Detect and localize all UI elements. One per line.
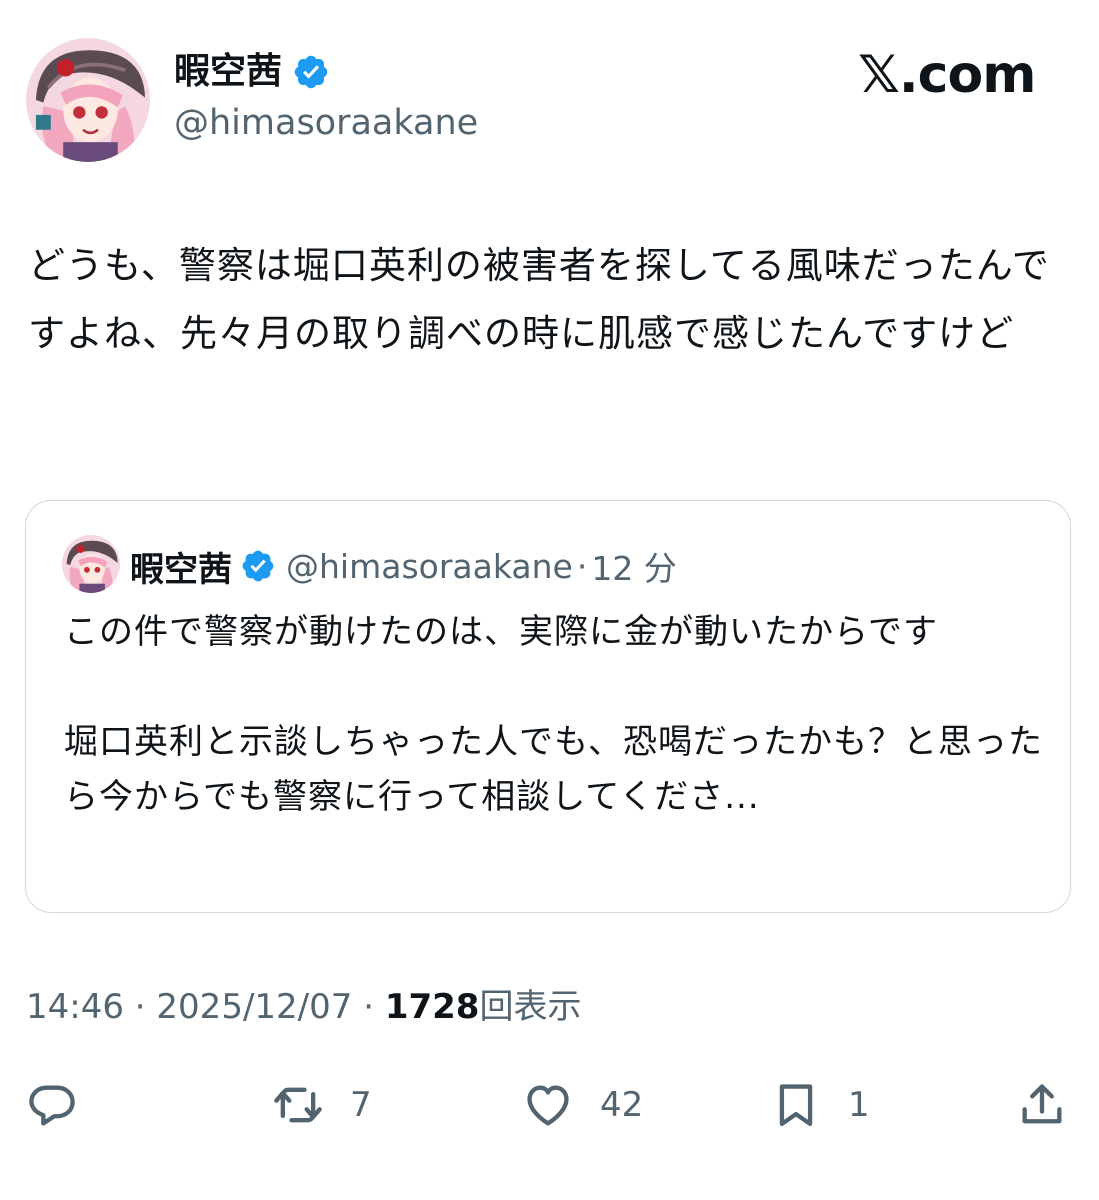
action-bar: 7 42 1 (0, 1070, 1099, 1140)
like-count: 42 (600, 1085, 644, 1125)
reply-button[interactable] (26, 1070, 78, 1140)
reply-icon (29, 1085, 75, 1126)
author-name-row[interactable]: 暇空茜 (174, 48, 330, 96)
avatar-image (26, 38, 150, 162)
separator-dot: · (363, 987, 375, 1027)
tweet-date[interactable]: 2025/12/07 (156, 987, 352, 1027)
views-label: 回表示 (479, 987, 582, 1027)
views-count: 1728 (384, 987, 480, 1027)
quote-header: 暇空茜 @himasoraakane · 12 分 (130, 541, 677, 591)
verified-badge-icon[interactable] (292, 53, 330, 91)
author-display-name[interactable]: 暇空茜 (174, 48, 282, 96)
bookmark-button[interactable]: 1 (770, 1070, 870, 1140)
share-button[interactable] (1016, 1070, 1068, 1140)
bookmark-icon (779, 1084, 813, 1127)
bookmark-count: 1 (848, 1085, 870, 1125)
verified-badge-icon (240, 548, 276, 584)
quote-author-handle[interactable]: @himasoraakane (286, 547, 573, 586)
separator-dot: · (576, 546, 588, 586)
quote-text: この件で警察が動けたのは、実際に金が動いたからです 堀口英利と示談しちゃった人で… (64, 612, 1043, 817)
repost-count: 7 (350, 1085, 372, 1125)
quote-avatar-image (62, 535, 120, 593)
quoted-tweet[interactable]: 暇空茜 @himasoraakane · 12 分 この件で警察が動けたのは、実… (25, 500, 1071, 913)
x-com-logo: 𝕏.com (858, 45, 1036, 105)
tweet-time[interactable]: 14:46 (26, 987, 124, 1027)
repost-icon (274, 1087, 322, 1123)
like-button[interactable]: 42 (522, 1070, 643, 1140)
quote-author-avatar[interactable] (62, 535, 120, 593)
quote-author-name[interactable]: 暇空茜 (130, 542, 232, 591)
repost-button[interactable]: 7 (272, 1070, 372, 1140)
separator-dot: · (134, 987, 146, 1027)
tweet-meta: 14:46 · 2025/12/07 · 1728回表示 (26, 982, 581, 1032)
share-icon (1022, 1084, 1062, 1124)
author-handle[interactable]: @himasoraakane (174, 100, 478, 146)
author-avatar[interactable] (26, 38, 150, 162)
tweet-text: どうも、警察は堀口英利の被害者を探してる風味だったんですよね、先々月の取り調べの… (28, 244, 1050, 355)
heart-icon (527, 1085, 569, 1126)
quote-timestamp[interactable]: 12 分 (591, 542, 676, 590)
